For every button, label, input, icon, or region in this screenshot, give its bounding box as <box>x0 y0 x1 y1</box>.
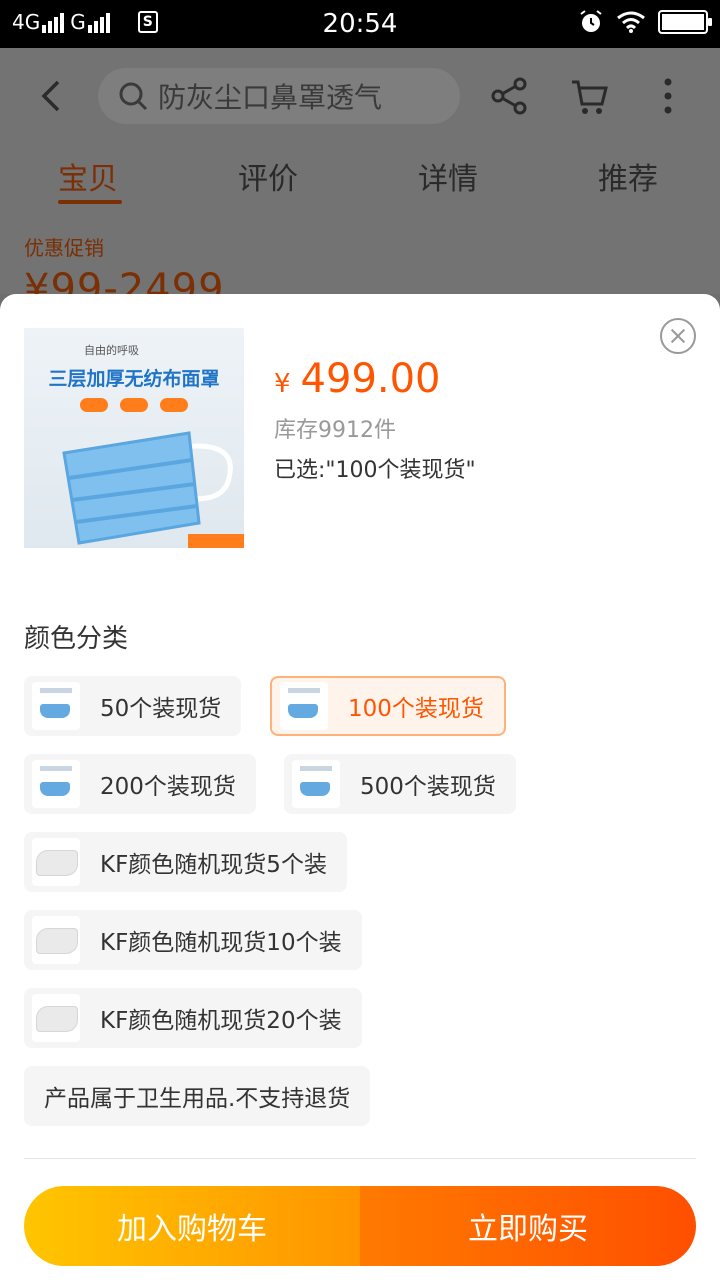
battery-icon <box>658 10 712 34</box>
stock-text: 库存9912件 <box>274 418 396 443</box>
option-label: 产品属于卫生用品.不支持退货 <box>44 1086 351 1112</box>
blue-mask-thumb-icon <box>32 760 80 808</box>
more-icon[interactable] <box>648 76 688 116</box>
search-icon <box>119 82 148 111</box>
product-thumbnail: 自由的呼吸 三层加厚无纺布面罩 <box>24 328 244 548</box>
thumb-corner-badge <box>188 534 244 548</box>
option-label: 50个装现货 <box>100 696 222 722</box>
options-title: 颜色分类 <box>24 624 129 654</box>
option-label: KF颜色随机现货5个装 <box>100 852 327 878</box>
tab-active-indicator <box>58 200 122 204</box>
option-label: 500个装现货 <box>360 774 496 800</box>
mask-illustration <box>62 431 233 545</box>
price-currency: ¥ <box>274 369 291 399</box>
status-bar: 4G G S 20:54 <box>0 0 720 48</box>
option-100[interactable]: 100个装现货 <box>270 676 506 736</box>
price: ¥ 499.00 <box>274 356 441 402</box>
option-50[interactable]: 50个装现货 <box>24 676 242 736</box>
add-to-cart-button[interactable]: 加入购物车 <box>24 1186 360 1266</box>
wifi-icon <box>617 11 645 33</box>
buy-now-button[interactable]: 立即购买 <box>360 1186 696 1266</box>
option-200[interactable]: 200个装现货 <box>24 754 256 814</box>
tab-reviews[interactable]: 评价 <box>238 154 298 198</box>
tab-recommend[interactable]: 推荐 <box>598 154 658 198</box>
top-nav: 防灰尘口鼻罩透气 <box>0 48 720 144</box>
promo-label: 优惠促销 <box>24 236 104 260</box>
product-tabs: 宝贝 评价 详情 推荐 <box>0 148 720 208</box>
search-input[interactable]: 防灰尘口鼻罩透气 <box>98 68 460 124</box>
blue-mask-thumb-icon <box>32 682 80 730</box>
share-icon[interactable] <box>490 76 530 116</box>
status-right <box>578 9 712 35</box>
selected-option-text: 已选:"100个装现货" <box>274 458 476 483</box>
alarm-icon <box>580 10 602 32</box>
option-label: 100个装现货 <box>348 696 484 722</box>
search-placeholder: 防灰尘口鼻罩透气 <box>158 81 383 114</box>
white-kf-mask-thumb-icon <box>32 994 80 1042</box>
option-label: KF颜色随机现货20个装 <box>100 1008 342 1034</box>
option-kf-10[interactable]: KF颜色随机现货10个装 <box>24 910 362 970</box>
blue-mask-thumb-icon <box>280 682 328 730</box>
option-500[interactable]: 500个装现货 <box>284 754 516 814</box>
option-kf-5[interactable]: KF颜色随机现货5个装 <box>24 832 347 892</box>
price-value: 499.00 <box>300 356 441 402</box>
white-kf-mask-thumb-icon <box>32 916 80 964</box>
white-kf-mask-thumb-icon <box>32 838 80 886</box>
cart-icon[interactable] <box>570 76 610 116</box>
product-page-background: 防灰尘口鼻罩透气 宝贝 评价 详情 推荐 优惠促销 ¥99-2499 <box>0 48 720 312</box>
blue-mask-thumb-icon <box>292 760 340 808</box>
option-label: 200个装现货 <box>100 774 236 800</box>
tab-baobei[interactable]: 宝贝 <box>58 154 118 198</box>
tab-details[interactable]: 详情 <box>418 154 478 198</box>
close-icon[interactable] <box>660 318 696 354</box>
option-no-return-notice[interactable]: 产品属于卫生用品.不支持退货 <box>24 1066 371 1126</box>
divider <box>24 1158 696 1159</box>
option-kf-20[interactable]: KF颜色随机现货20个装 <box>24 988 362 1048</box>
back-icon[interactable] <box>34 78 70 114</box>
option-label: KF颜色随机现货10个装 <box>100 930 342 956</box>
sku-sheet: 自由的呼吸 三层加厚无纺布面罩 ¥ 499.00 库存9912件 已选:"100… <box>0 294 720 1280</box>
